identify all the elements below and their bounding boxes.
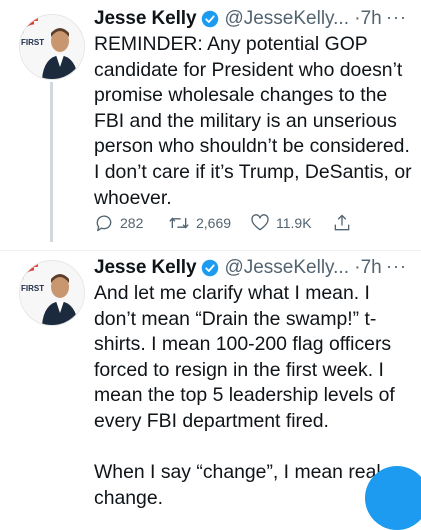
author-handle[interactable]: @JesseKelly...	[224, 257, 349, 279]
share-icon	[334, 214, 350, 231]
tweet-2[interactable]: FIRST Jesse Kelly @JesseKelly... · 7h ··…	[0, 251, 421, 530]
verified-badge-icon	[202, 10, 219, 28]
avatar-photo: FIRST	[20, 261, 84, 325]
reply-count: 282	[120, 215, 144, 231]
author-name[interactable]: Jesse Kelly	[94, 8, 197, 30]
retweet-button[interactable]: 2,669	[168, 213, 250, 233]
author-name[interactable]: Jesse Kelly	[94, 257, 197, 279]
tweet-text: REMINDER: Any potential GOP candidate fo…	[94, 33, 417, 209]
more-options-icon[interactable]: ···	[386, 7, 407, 28]
reply-icon	[96, 215, 112, 232]
tweet-header: Jesse Kelly @JesseKelly... · 7h ···	[94, 256, 421, 280]
svg-text:FIRST: FIRST	[21, 38, 44, 47]
author-handle[interactable]: @JesseKelly...	[224, 8, 349, 30]
avatar[interactable]: FIRST	[19, 260, 85, 326]
retweet-icon	[169, 217, 189, 229]
reply-button[interactable]: 282	[94, 213, 168, 233]
tweet-text: And let me clarify what I mean. I don’t …	[94, 282, 395, 509]
tweet-1[interactable]: FIRST Jesse Kelly @JesseKelly... · 7h ··…	[0, 0, 421, 250]
separator-dot: ·	[348, 8, 361, 29]
avatar-photo: FIRST	[20, 15, 84, 79]
like-button[interactable]: 11.9K	[250, 213, 332, 233]
separator-dot: ·	[348, 257, 361, 278]
share-button[interactable]	[332, 213, 352, 233]
thread-line	[50, 82, 53, 242]
verified-badge-icon	[202, 259, 219, 277]
avatar[interactable]: FIRST	[19, 14, 85, 80]
like-count: 11.9K	[276, 215, 312, 231]
timestamp[interactable]: 7h	[361, 257, 382, 279]
tweet-actions: 282 2,669 11.9K	[94, 211, 374, 235]
more-options-icon[interactable]: ···	[386, 256, 407, 277]
heart-icon	[251, 214, 269, 231]
svg-text:FIRST: FIRST	[21, 284, 44, 293]
compose-tweet-button[interactable]	[365, 466, 421, 530]
retweet-count: 2,669	[196, 215, 232, 231]
tweet-header: Jesse Kelly @JesseKelly... · 7h ···	[94, 7, 421, 31]
timestamp[interactable]: 7h	[361, 8, 382, 30]
